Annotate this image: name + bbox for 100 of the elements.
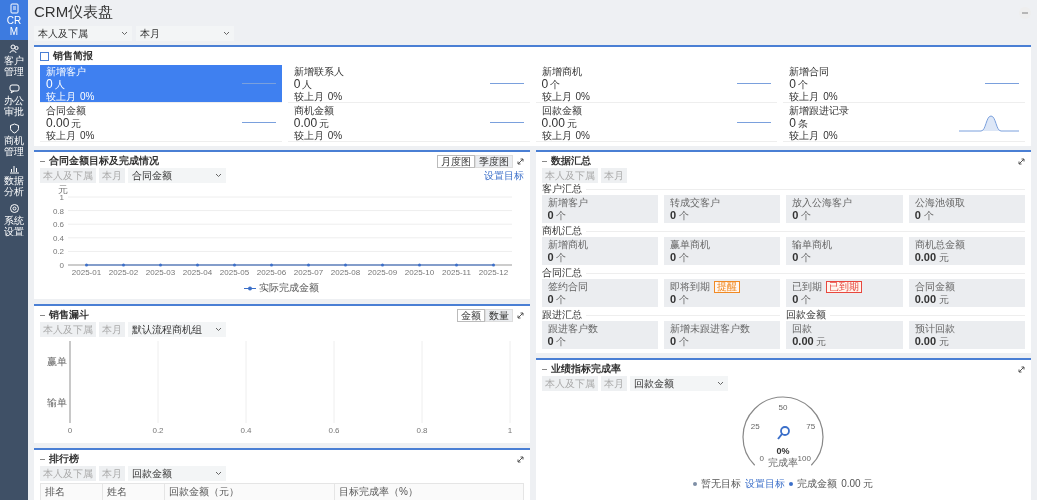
legend-dot — [693, 482, 698, 486]
expand-icon[interactable] — [516, 455, 524, 463]
collapse-icon[interactable] — [40, 313, 45, 317]
stat-label: 新增客户 — [547, 197, 588, 209]
stat-value: 0 — [669, 293, 676, 305]
select-field[interactable]: 本月 — [136, 26, 234, 41]
view-toggle[interactable]: 数量 — [484, 308, 513, 322]
change-value: 0% — [575, 90, 590, 102]
unit-label: 个 — [801, 210, 812, 221]
axis-title: 元 — [58, 184, 68, 195]
unit-label: 元 — [816, 336, 827, 347]
view-toggle[interactable]: 季度图 — [474, 154, 513, 168]
stat-card[interactable]: 回款金额 0.00 元 较上月 0% — [535, 104, 778, 142]
view-toggle[interactable]: 月度图 — [436, 154, 475, 168]
legend-label: 完成金额 — [797, 477, 838, 491]
stat-value: 0 — [547, 335, 554, 347]
stat-card[interactable]: 合同金额 0.00 元 较上月 0% — [40, 104, 282, 142]
collapse-icon[interactable] — [541, 367, 547, 371]
stat-label: 新增商机 — [541, 65, 583, 77]
data-point — [159, 263, 162, 267]
unit-label: 个 — [678, 336, 689, 347]
axis-label: 0.6 — [328, 426, 340, 435]
stat-label: 新增客户 — [46, 65, 87, 77]
stat-value: 0.00 — [293, 115, 318, 130]
panel-title: 合同金额目标及完成情况 — [49, 154, 160, 168]
collapse-icon[interactable] — [40, 457, 45, 461]
caret-icon — [223, 31, 230, 36]
gauge-tick-label: 100 — [797, 454, 812, 464]
change-value: 0% — [575, 129, 590, 141]
stat-label: 跟进客户数 — [547, 323, 598, 335]
magnifier-icon — [777, 426, 791, 440]
sidebar-item[interactable]: 办公审批 — [0, 80, 28, 120]
select-field[interactable]: 回款金额 — [629, 376, 728, 391]
stat-card[interactable]: 新增客户 0 人 较上月 0% — [40, 65, 282, 103]
chat-icon — [8, 83, 20, 94]
stat-card[interactable]: 新增商机 0 个 较上月 0% — [535, 65, 778, 103]
expand-icon[interactable] — [516, 311, 524, 319]
more-icon — [1022, 11, 1028, 14]
gauge-tick-label: 0 — [759, 454, 765, 464]
trend-sparkline — [959, 113, 1019, 132]
unit-label: 个 — [801, 252, 812, 263]
caret-icon — [121, 31, 128, 36]
select-field[interactable]: 本人及下属 — [34, 26, 132, 41]
sidebar-item[interactable]: CRM — [0, 0, 28, 40]
sidebar-item[interactable]: 数据分析 — [0, 160, 28, 200]
select-field[interactable]: 合同金额 — [128, 168, 226, 183]
unit-label: 个 — [556, 336, 567, 347]
axis-label: 0.8 — [416, 426, 428, 435]
stat-label: 新增合同 — [789, 65, 831, 77]
stat-value: 0.00 — [914, 251, 937, 263]
stat-card[interactable]: 新增联系人 0 人 较上月 0% — [287, 65, 530, 103]
caret-icon — [215, 471, 222, 476]
data-point — [307, 263, 310, 267]
stat-value: 0 — [669, 251, 676, 263]
stat-card[interactable]: 新增跟进记录 0 条 较上月 0% — [783, 104, 1025, 142]
stat-value: 0 — [669, 209, 676, 221]
expand-icon[interactable] — [516, 157, 524, 165]
sidebar-item[interactable]: 商机管理 — [0, 120, 28, 160]
square-icon — [40, 51, 49, 61]
stat-label: 放入公海客户 — [792, 197, 853, 209]
stat-label: 转成交客户 — [669, 197, 720, 209]
stat-label: 新增未跟进客户数 — [669, 323, 750, 335]
collapse-icon[interactable] — [40, 159, 45, 163]
caret-icon — [215, 327, 222, 332]
section-heading: 商机汇总 — [541, 224, 582, 238]
stat-value: 0.00 — [792, 335, 814, 347]
axis-label: 2025-04 — [182, 268, 213, 277]
stat-card[interactable]: 商机金额 0.00 元 较上月 0% — [287, 104, 530, 142]
panel-title: 数据汇总 — [550, 154, 592, 168]
expand-icon[interactable] — [1018, 157, 1025, 165]
unit-label: 个 — [556, 294, 567, 305]
axis-label: 0.6 — [52, 220, 64, 230]
change-value: 0% — [823, 129, 838, 141]
stat-label: 新增跟进记录 — [789, 104, 850, 116]
bar-chart-icon — [8, 163, 20, 174]
stat-card[interactable]: 新增合同 0 个 较上月 0% — [783, 65, 1025, 103]
set-target-link[interactable]: 设置目标 — [483, 168, 524, 183]
trend-sparkline — [737, 82, 772, 85]
expand-icon[interactable] — [1018, 365, 1025, 373]
stat-value: 0 — [914, 209, 921, 221]
legend-label: 实际完成金额 — [259, 281, 320, 295]
axis-label: 2025-09 — [367, 268, 398, 277]
set-target-link[interactable]: 设置目标 — [745, 477, 786, 491]
axis-label: 0.4 — [240, 426, 252, 435]
unit-label: 个 — [923, 210, 934, 221]
column-header: 目标完成率（%） — [334, 483, 523, 500]
more-button[interactable] — [1019, 6, 1031, 19]
collapse-icon[interactable] — [541, 159, 547, 163]
stat-value: 0.00 — [46, 115, 70, 130]
select-field[interactable]: 默认流程商机组 — [128, 322, 226, 337]
compare-label: 较上月 — [789, 129, 820, 141]
sidebar-item[interactable]: 客户管理 — [0, 40, 28, 80]
data-point — [418, 263, 421, 267]
section-heading: 跟进汇总 — [541, 308, 582, 322]
stat-label: 新增联系人 — [293, 65, 344, 77]
select-field[interactable]: 回款金额 — [128, 466, 226, 481]
sidebar-item[interactable]: 系统设置 — [0, 200, 28, 240]
axis-label: 2025-10 — [404, 268, 435, 277]
view-toggle[interactable]: 金额 — [456, 308, 485, 322]
stat-label: 商机金额 — [293, 104, 335, 116]
